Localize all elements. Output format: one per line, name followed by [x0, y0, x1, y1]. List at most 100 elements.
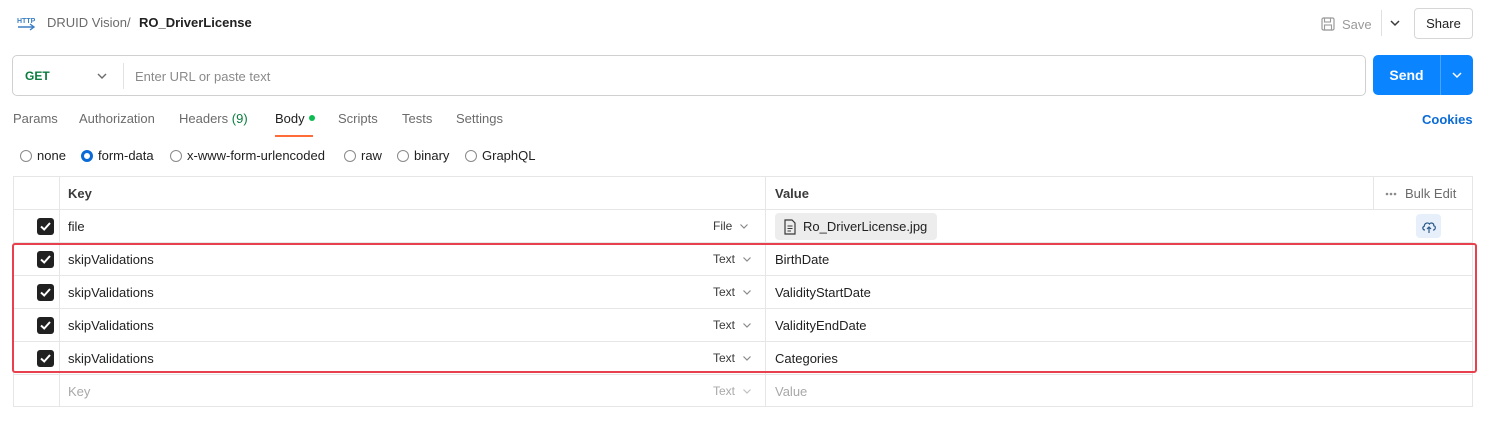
radio-label: form-data	[98, 148, 154, 163]
cookies-link[interactable]: Cookies	[1422, 112, 1473, 127]
cloud-upload-icon	[1421, 222, 1436, 233]
send-button[interactable]: Send	[1373, 55, 1473, 95]
radio-circle-selected[interactable]	[81, 149, 93, 162]
breadcrumb-collection[interactable]: DRUID Vision	[47, 15, 127, 30]
row-value[interactable]: ValidityEndDate	[775, 318, 867, 333]
tab-tests[interactable]: Tests	[402, 111, 432, 126]
tab-body[interactable]: Body	[275, 111, 315, 126]
breadcrumb-separator: /	[127, 15, 131, 30]
file-name: Ro_DriverLicense.jpg	[803, 219, 928, 234]
radio-circle[interactable]	[170, 149, 182, 162]
row-type-select[interactable]: Text	[713, 252, 753, 266]
radio-binary[interactable]: binary	[397, 148, 449, 163]
row-type-label: Text	[713, 384, 736, 398]
row-key[interactable]: skipValidations	[68, 252, 154, 267]
chevron-down-icon	[743, 257, 751, 262]
upload-button[interactable]	[1416, 214, 1441, 238]
row-checkbox[interactable]	[37, 317, 54, 334]
bulk-edit-label: Bulk Edit	[1405, 186, 1457, 201]
table-header-row: Key Value Bulk Edit	[14, 177, 1472, 210]
tab-settings[interactable]: Settings	[456, 111, 503, 126]
url-input[interactable]	[135, 64, 1355, 88]
radio-label: x-www-form-urlencoded	[187, 148, 325, 163]
checkmark-icon	[40, 354, 51, 363]
chevron-down-icon	[740, 224, 749, 229]
row-type-label: Text	[713, 351, 736, 365]
row-key[interactable]: skipValidations	[68, 318, 154, 333]
breadcrumb-request-name[interactable]: RO_DriverLicense	[139, 15, 252, 30]
row-checkbox[interactable]	[37, 251, 54, 268]
new-key-input[interactable]: Key	[68, 384, 90, 399]
table-row: skipValidations Text ValidityStartDate	[14, 276, 1472, 309]
row-type-select[interactable]: Text	[713, 351, 753, 365]
chevron-down-icon	[743, 323, 751, 328]
chevron-down-icon	[743, 290, 751, 295]
save-label: Save	[1342, 16, 1372, 32]
table-row: file File Ro_DriverLicense.jpg	[14, 210, 1472, 243]
tab-headers[interactable]: Headers (9)	[179, 111, 248, 126]
row-type-label: Text	[713, 252, 736, 266]
radio-label: GraphQL	[482, 148, 536, 163]
row-type-select[interactable]: File	[713, 219, 750, 233]
url-divider	[123, 63, 124, 89]
radio-circle[interactable]	[20, 149, 32, 162]
request-header: HTTP DRUID Vision / RO_DriverLicense Sav…	[0, 0, 1491, 46]
radio-label: none	[37, 148, 66, 163]
tab-headers-label: Headers	[179, 111, 229, 126]
send-label[interactable]: Send	[1373, 55, 1440, 95]
radio-circle[interactable]	[397, 149, 409, 162]
chevron-down-icon[interactable]	[1449, 67, 1465, 83]
row-key[interactable]: skipValidations	[68, 351, 154, 366]
row-value[interactable]: Categories	[775, 351, 838, 366]
more-horizontal-icon[interactable]	[1385, 192, 1397, 196]
save-icon	[1321, 17, 1335, 31]
tab-authorization[interactable]: Authorization	[79, 111, 155, 126]
radio-graphql[interactable]: GraphQL	[465, 148, 535, 163]
checkmark-icon	[40, 222, 51, 231]
row-key[interactable]: skipValidations	[68, 285, 154, 300]
tab-scripts[interactable]: Scripts	[338, 111, 378, 126]
table-row: skipValidations Text BirthDate	[14, 243, 1472, 276]
active-tab-underline	[275, 135, 313, 137]
radio-x-www-form-urlencoded[interactable]: x-www-form-urlencoded	[170, 148, 325, 163]
checkmark-icon	[40, 255, 51, 264]
tab-body-label: Body	[275, 111, 305, 126]
column-header-value: Value	[775, 186, 809, 201]
row-type-label: Text	[713, 285, 736, 299]
chevron-down-icon[interactable]	[95, 69, 109, 83]
save-button[interactable]: Save	[1320, 12, 1372, 36]
chevron-down-icon[interactable]	[1386, 14, 1404, 32]
column-header-key: Key	[68, 186, 92, 201]
bulk-edit-button[interactable]: Bulk Edit	[1385, 186, 1456, 201]
save-divider	[1381, 10, 1382, 36]
row-key[interactable]: file	[68, 219, 85, 234]
share-button[interactable]: Share	[1414, 8, 1473, 39]
file-icon	[784, 218, 796, 235]
row-value[interactable]: ValidityStartDate	[775, 285, 871, 300]
row-checkbox[interactable]	[37, 218, 54, 235]
chevron-down-icon	[743, 356, 751, 361]
tab-params[interactable]: Params	[13, 111, 58, 126]
new-value-input[interactable]: Value	[775, 384, 807, 399]
chevron-down-icon	[743, 389, 751, 394]
radio-none[interactable]: none	[20, 148, 66, 163]
tab-headers-count: (9)	[231, 111, 248, 126]
body-indicator-dot	[308, 115, 315, 121]
row-checkbox[interactable]	[37, 284, 54, 301]
send-divider	[1440, 55, 1441, 95]
table-row: skipValidations Text ValidityEndDate	[14, 309, 1472, 342]
radio-form-data[interactable]: form-data	[81, 148, 154, 163]
radio-label: binary	[414, 148, 450, 163]
checkmark-icon	[40, 321, 51, 330]
row-type-select[interactable]: Text	[713, 285, 753, 299]
radio-circle[interactable]	[465, 149, 477, 162]
row-checkbox[interactable]	[37, 350, 54, 367]
radio-label: raw	[361, 148, 382, 163]
row-value[interactable]: BirthDate	[775, 252, 829, 267]
method-select[interactable]: GET	[25, 69, 50, 83]
row-type-select[interactable]: Text	[713, 384, 753, 398]
radio-circle[interactable]	[344, 149, 356, 162]
file-chip[interactable]: Ro_DriverLicense.jpg	[775, 213, 938, 240]
row-type-select[interactable]: Text	[713, 318, 753, 332]
radio-raw[interactable]: raw	[344, 148, 382, 163]
